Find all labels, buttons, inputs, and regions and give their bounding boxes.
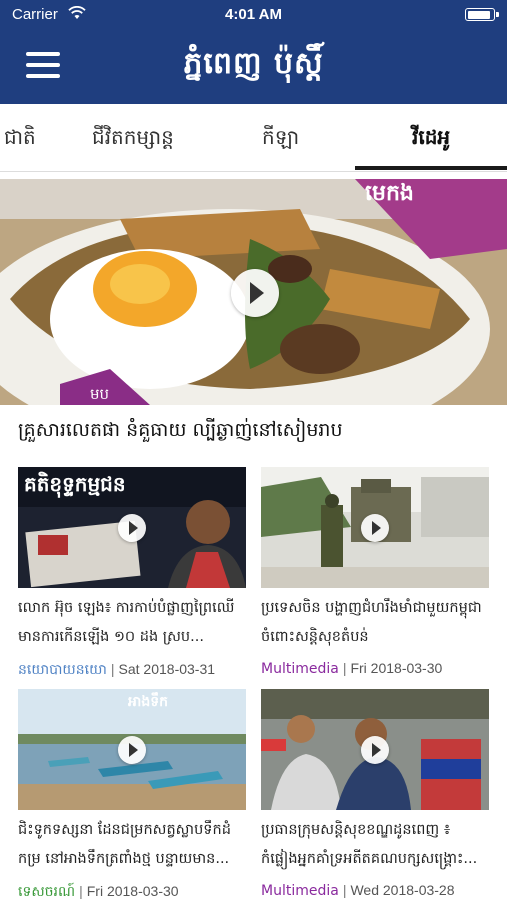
- thumbnail-caption: អាងទឹក: [128, 694, 168, 710]
- video-meta: Multimedia | Fri 2018-03-30: [261, 660, 443, 677]
- video-thumbnail[interactable]: គតិខុទ្ទកម្មជន: [18, 467, 246, 588]
- video-thumbnail[interactable]: [261, 467, 489, 588]
- app-logo: ភ្នំពេញ ប៉ុស្ដិ៍: [183, 46, 324, 81]
- hero-badge: មប: [90, 385, 110, 403]
- date-label: Fri 2018-03-30: [350, 660, 443, 676]
- battery-icon: [465, 8, 499, 21]
- featured-video-thumbnail[interactable]: មេកង មប: [0, 179, 507, 405]
- category-label[interactable]: Multimedia: [261, 883, 339, 899]
- hero-overlay-text: មេកង: [365, 181, 414, 206]
- category-label[interactable]: នយោបាយនយោ: [18, 662, 107, 678]
- category-label[interactable]: Multimedia: [261, 661, 339, 677]
- play-icon[interactable]: [118, 514, 146, 542]
- video-meta: Multimedia | Wed 2018-03-28: [261, 882, 455, 899]
- category-tabs: ជាតិ ជីវិតកម្សាន្ត កីឡា វីដេអូ: [0, 104, 507, 172]
- video-thumbnail[interactable]: [261, 689, 489, 810]
- video-thumbnail[interactable]: អាងទឹក: [18, 689, 246, 810]
- play-icon[interactable]: [231, 269, 279, 317]
- play-icon[interactable]: [118, 736, 146, 764]
- video-meta: ទេសចរណ៍ | Fri 2018-03-30: [18, 883, 179, 900]
- active-tab-indicator: [355, 166, 507, 170]
- featured-video-title[interactable]: គ្រួសារលេតផា នំគួធាយ ល្បីឆ្ងាញ់នៅសៀមរាប: [18, 418, 493, 446]
- tab-entertainment[interactable]: ជីវិតកម្សាន្ត: [92, 104, 174, 172]
- date-label: Fri 2018-03-30: [86, 883, 179, 899]
- video-title[interactable]: លោក អ៊ុច ឡេង៖ ការកាប់បំផ្លាញព្រៃឈើមានការ…: [18, 594, 246, 652]
- tab-sports[interactable]: កីឡា: [262, 104, 299, 172]
- tab-video[interactable]: វីដេអូ: [412, 104, 450, 172]
- battery-fill: [467, 10, 491, 19]
- date-label: Wed 2018-03-28: [350, 882, 455, 898]
- play-icon[interactable]: [361, 736, 389, 764]
- thumbnail-caption: គតិខុទ្ទកម្មជន: [24, 472, 126, 496]
- category-label[interactable]: ទេសចរណ៍: [18, 884, 75, 900]
- video-title[interactable]: ប្រធានក្រុមសន្តិសុខខណ្ឌដូនពេញ ៖ កំផ្លៀងអ…: [261, 816, 489, 874]
- app-header: Carrier 4:01 AM ភ្នំពេញ ប៉ុស្ដិ៍: [0, 0, 507, 104]
- video-meta: នយោបាយនយោ | Sat 2018-03-31: [18, 661, 216, 678]
- play-icon[interactable]: [361, 514, 389, 542]
- tab-national[interactable]: ជាតិ: [4, 104, 36, 172]
- status-time: 4:01 AM: [225, 6, 282, 23]
- status-bar: Carrier 4:01 AM: [0, 0, 507, 30]
- video-title[interactable]: ប្រទេសចិន បង្ហាញជំហរឹងមាំជាមួយកម្ពុជាចំព…: [261, 594, 489, 652]
- date-label: Sat 2018-03-31: [118, 661, 216, 677]
- video-title[interactable]: ជិះទូកទស្សនា ដែនជម្រកសត្វស្លាបទឹកដំកម្រ …: [18, 816, 246, 874]
